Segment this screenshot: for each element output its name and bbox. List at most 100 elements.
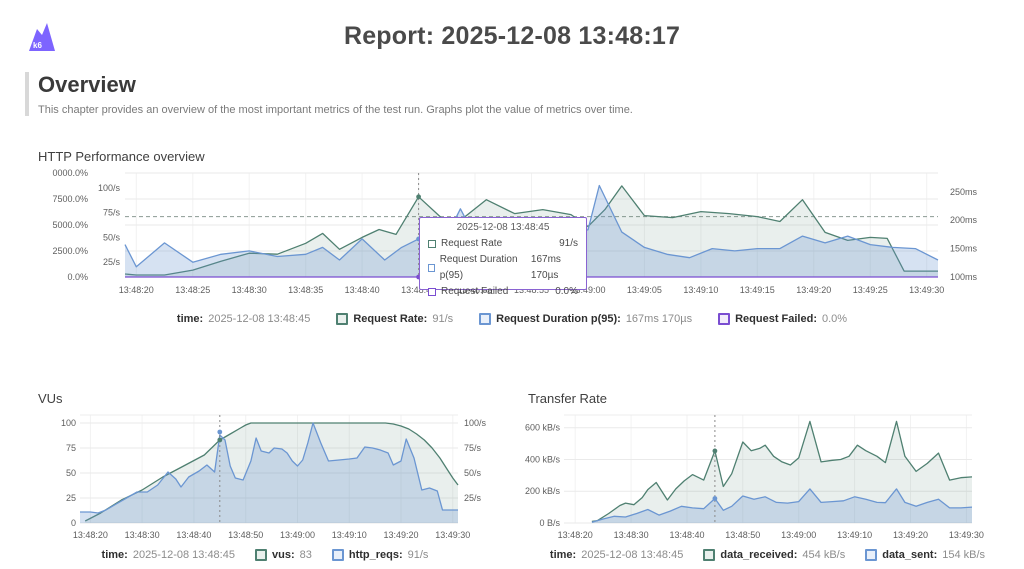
legend-value: 167ms 170µs <box>626 313 692 325</box>
tooltip-timestamp: 2025-12-08 13:48:45 <box>428 222 578 233</box>
transfer-chart-canvas[interactable]: 13:48:20 13:48:30 13:48:40 13:48:50 13:49:00… <box>520 403 1015 548</box>
x-axis-tick-label: 13:48:20 <box>558 530 593 540</box>
legend-value: 91/s <box>432 313 453 325</box>
y-axis-tick-label: 400 kB/s <box>525 455 561 465</box>
legend-value: 2025-12-08 13:48:45 <box>208 313 310 325</box>
y-axis-tick-label: 75/s <box>103 208 121 218</box>
legend-item: time:2025-12-08 13:48:45 <box>102 549 235 561</box>
legend-label: Request Failed: <box>735 313 817 325</box>
x-axis-tick-label: 13:49:20 <box>796 285 831 295</box>
y-axis-tick-label: 50/s <box>464 468 482 478</box>
y-axis-tick-label: 0 <box>71 518 76 528</box>
vus-chart[interactable]: 13:48:20 13:48:30 13:48:40 13:48:50 13:49:00… <box>30 403 500 548</box>
legend-value: 91/s <box>408 549 429 561</box>
y-axis-tick-label: 25/s <box>103 257 121 267</box>
x-axis-tick-label: 13:49:05 <box>627 285 662 295</box>
x-axis-tick-label: 13:48:30 <box>125 530 160 540</box>
tooltip-row: Request Failed0.0% <box>428 284 578 300</box>
tooltip-label: Request Duration p(95) <box>440 252 521 284</box>
x-axis-tick-label: 13:48:30 <box>614 530 649 540</box>
y-axis-tick-label: 5000.0% <box>52 220 88 230</box>
x-axis-tick-label: 13:49:15 <box>740 285 775 295</box>
x-axis-tick-label: 13:49:30 <box>435 530 470 540</box>
legend-label: Request Duration p(95): <box>496 313 621 325</box>
x-axis-tick-label: 13:48:20 <box>73 530 108 540</box>
overview-section: Overview This chapter provides an overvi… <box>25 72 633 116</box>
legend-value: 83 <box>300 549 312 561</box>
legend-item[interactable]: Request Duration p(95): 167ms 170µs <box>479 313 692 325</box>
x-axis-tick-label: 13:48:20 <box>119 285 154 295</box>
legend-marker-icon <box>336 313 348 325</box>
y-axis-tick-label: 200ms <box>950 215 978 225</box>
legend-item[interactable]: data_sent: 154 kB/s <box>865 549 985 561</box>
y-axis-tick-label: 200 kB/s <box>525 486 561 496</box>
y-axis-tick-label: 0 B/s <box>539 518 560 528</box>
transfer-rate-chart[interactable]: 13:48:20 13:48:30 13:48:40 13:48:50 13:49:00… <box>520 403 1015 548</box>
x-axis-tick-label: 13:49:00 <box>280 530 315 540</box>
x-axis-tick-label: 13:49:20 <box>383 530 418 540</box>
legend-marker-icon <box>703 549 715 561</box>
legend-value: 2025-12-08 13:48:45 <box>581 549 683 561</box>
y-axis-tick-label: 0.0% <box>67 272 88 282</box>
y-axis-tick-label: 100ms <box>950 272 978 282</box>
cursor-dot <box>416 194 421 199</box>
chart-tooltip: 2025-12-08 13:48:45 Request Rate91/sRequ… <box>419 217 587 290</box>
y-axis-tick-label: 100/s <box>464 418 487 428</box>
x-axis-tick-label: 13:49:00 <box>781 530 816 540</box>
y-axis-tick-label: 75 <box>66 443 76 453</box>
legend-item[interactable]: vus: 83 <box>255 549 312 561</box>
x-axis-tick-label: 13:48:30 <box>232 285 267 295</box>
y-axis-tick-label: 50 <box>66 468 76 478</box>
vus-chart-canvas[interactable]: 13:48:20 13:48:30 13:48:40 13:48:50 13:49:00… <box>30 403 500 548</box>
legend-item[interactable]: Request Rate:91/s <box>336 313 453 325</box>
legend-marker-icon <box>332 549 344 561</box>
cursor-dot <box>713 449 718 454</box>
tooltip-label: Request Failed <box>441 284 508 300</box>
y-axis-tick-label: 250ms <box>950 187 978 197</box>
tooltip-marker-icon <box>428 288 436 296</box>
x-axis-tick-label: 13:49:10 <box>837 530 872 540</box>
overview-heading: Overview <box>38 72 633 98</box>
cursor-dot <box>217 430 222 435</box>
legend-value: 2025-12-08 13:48:45 <box>133 549 235 561</box>
y-axis-tick-label: 2500.0% <box>52 246 88 256</box>
legend-label: time: <box>177 313 203 325</box>
cursor-dot <box>217 438 222 443</box>
y-axis-tick-label: 25 <box>66 493 76 503</box>
tooltip-value: 167ms 170µs <box>531 252 578 284</box>
y-axis-tick-label: 0000.0% <box>52 168 88 178</box>
legend-label: data_sent: <box>882 549 937 561</box>
x-axis-tick-label: 13:48:25 <box>175 285 210 295</box>
http-chart-legend: time: 2025-12-08 13:48:45 Request Rate:91/… <box>0 313 1024 325</box>
legend-marker-icon <box>255 549 267 561</box>
http-chart-title: HTTP Performance overview <box>38 149 205 164</box>
x-axis-tick-label: 13:49:30 <box>909 285 944 295</box>
x-axis-tick-label: 13:48:35 <box>288 285 323 295</box>
tooltip-marker-icon <box>428 240 436 248</box>
y-axis-tick-label: 75/s <box>464 443 482 453</box>
legend-item: time: 2025-12-08 13:48:45 <box>177 313 310 325</box>
x-axis-tick-label: 13:49:10 <box>683 285 718 295</box>
tooltip-row: Request Rate91/s <box>428 236 578 252</box>
tooltip-marker-icon <box>428 264 435 272</box>
legend-label: vus: <box>272 549 295 561</box>
report-title: Report: 2025-12-08 13:48:17 <box>0 22 1024 51</box>
legend-value: 454 kB/s <box>802 549 845 561</box>
cursor-dot <box>713 496 718 501</box>
legend-item[interactable]: data_received: 454 kB/s <box>703 549 845 561</box>
legend-item[interactable]: Request Failed: 0.0% <box>718 313 847 325</box>
http-performance-chart[interactable]: 13:48:20 13:48:25 13:48:30 13:48:35 13:48:40… <box>30 166 1005 306</box>
x-axis-tick-label: 13:48:40 <box>345 285 380 295</box>
legend-label: time: <box>550 549 576 561</box>
x-axis-tick-label: 13:49:10 <box>332 530 367 540</box>
x-axis-tick-label: 13:48:50 <box>725 530 760 540</box>
x-axis-tick-label: 13:48:40 <box>669 530 704 540</box>
x-axis-tick-label: 13:48:40 <box>176 530 211 540</box>
legend-item: time: 2025-12-08 13:48:45 <box>550 549 683 561</box>
tooltip-row: Request Duration p(95) 167ms 170µs <box>428 252 578 284</box>
x-axis-tick-label: 13:48:50 <box>228 530 263 540</box>
legend-value: 154 kB/s <box>942 549 985 561</box>
legend-value: 0.0% <box>822 313 847 325</box>
legend-label: data_received: <box>720 549 797 561</box>
legend-item[interactable]: http_reqs:91/s <box>332 549 429 561</box>
